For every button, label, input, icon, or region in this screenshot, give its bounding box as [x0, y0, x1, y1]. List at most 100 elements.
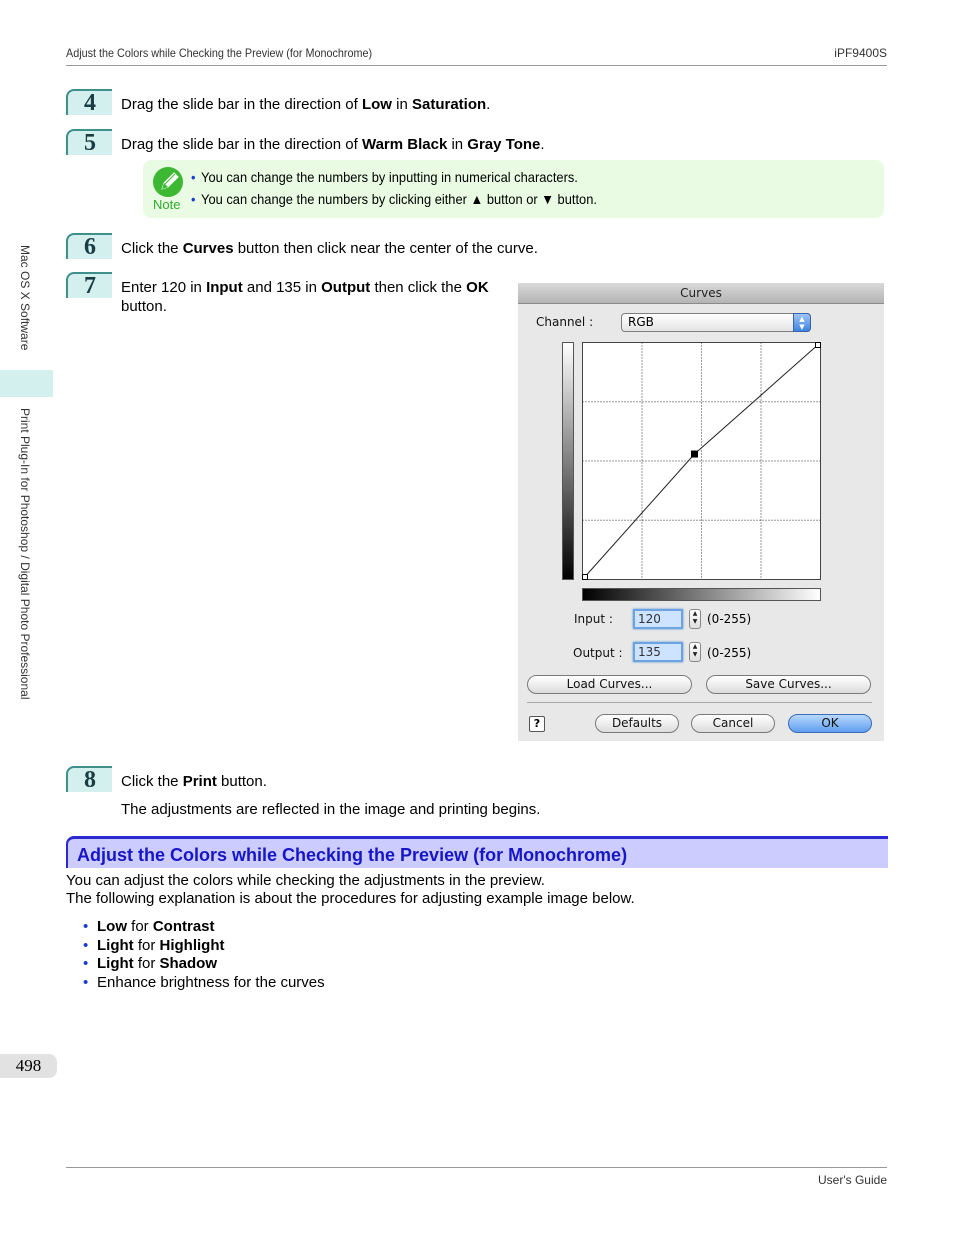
bullet-icon: • — [83, 918, 89, 935]
side-tab-print-plugin[interactable]: Print Plug-In for Photoshop / Digital Ph… — [18, 408, 32, 700]
header-divider — [66, 65, 887, 66]
dialog-divider — [527, 702, 872, 703]
channel-label: Channel : — [536, 315, 594, 329]
ok-button[interactable]: OK — [788, 714, 872, 733]
step-number: 5 — [66, 129, 112, 155]
output-stepper[interactable]: ▲ ▼ — [689, 642, 701, 662]
bullet-icon: • — [83, 973, 89, 991]
dialog-title: Curves — [518, 283, 884, 304]
text: in — [391, 96, 412, 113]
input-label: Input : — [574, 612, 613, 626]
note-item: • You can change the numbers by inputting… — [191, 169, 578, 185]
step-text: Drag the slide bar in the direction of W… — [121, 135, 545, 154]
save-curves-button[interactable]: Save Curves... — [706, 675, 871, 694]
text: Click the — [121, 773, 183, 790]
step-followup: The adjustments are reflected in the ima… — [121, 801, 541, 818]
curves-dialog: Curves Channel : RGB ▲ ▼ Input : 120 ▲ ▼ (… — [518, 283, 884, 741]
list-item: • Low for Contrast — [83, 918, 325, 937]
bold-term: OK — [466, 279, 489, 296]
bold-term: Highlight — [159, 936, 225, 954]
list-item: • Light for Highlight — [83, 937, 325, 956]
output-gradient-bar — [562, 342, 574, 580]
adjustment-list: • Low for Contrast • Light for Highlight •… — [83, 918, 325, 992]
output-range: (0-255) — [707, 646, 752, 660]
footer-guide-title: User's Guide — [818, 1173, 887, 1187]
text: . — [540, 136, 545, 153]
bold-term: Contrast — [152, 918, 215, 935]
curve-control-point — [691, 450, 698, 458]
text: button. — [216, 773, 267, 790]
cancel-button[interactable]: Cancel — [691, 714, 775, 733]
bold-term: Low — [361, 96, 392, 113]
bullet-icon: • — [191, 191, 196, 207]
text: Enter 120 in — [121, 279, 207, 296]
list-item: • Enhance brightness for the curves — [83, 974, 325, 993]
text: for — [133, 936, 160, 954]
channel-value: RGB — [628, 315, 654, 329]
step-number: 8 — [66, 766, 112, 792]
step-number: 4 — [66, 89, 112, 115]
text: button then click near the center of the… — [233, 240, 538, 257]
note-box: Note • You can change the numbers by inpu… — [143, 160, 884, 218]
text: Click the — [121, 240, 183, 257]
side-tab-mac-os-x-software[interactable]: Mac OS X Software — [18, 245, 32, 350]
bold-term: Light — [97, 955, 134, 972]
note-item: • You can change the numbers by clicking … — [191, 191, 597, 207]
output-field[interactable]: 135 — [633, 642, 683, 662]
bold-term: Curves — [182, 240, 234, 257]
list-item: • Light for Shadow — [83, 955, 325, 974]
text: then click the — [370, 279, 467, 296]
text: Enhance brightness for the curves — [97, 973, 325, 991]
page-number: 498 — [0, 1054, 57, 1078]
text: . — [486, 96, 491, 113]
input-stepper[interactable]: ▲ ▼ — [689, 609, 701, 629]
section-heading-text: Adjust the Colors while Checking the Pre… — [77, 845, 628, 865]
input-gradient-bar — [582, 588, 821, 601]
input-range: (0-255) — [707, 612, 752, 626]
text: Drag the slide bar in the direction of — [121, 96, 362, 113]
channel-select[interactable]: RGB ▲ ▼ — [621, 313, 811, 332]
bullet-icon: • — [83, 936, 89, 954]
note-label: Note — [153, 197, 181, 212]
curve-endpoint — [815, 342, 821, 348]
intro-paragraph: You can adjust the colors while checking… — [66, 872, 545, 889]
step-number: 6 — [66, 233, 112, 259]
bold-term: Saturation — [411, 96, 487, 113]
footer-divider — [66, 1167, 887, 1168]
step-number: 7 — [66, 272, 112, 298]
help-icon[interactable]: ? — [529, 716, 545, 732]
step-text: Drag the slide bar in the direction of L… — [121, 95, 490, 114]
output-label: Output : — [573, 646, 623, 660]
step-text: Enter 120 in Input and 135 in Output the… — [121, 278, 489, 316]
bold-term: Gray Tone — [467, 136, 541, 153]
note-text: You can change the numbers by clicking e… — [201, 191, 597, 207]
step-text: Click the Print button. — [121, 772, 267, 791]
text: button. — [121, 298, 167, 315]
curve-graph[interactable] — [582, 342, 821, 580]
section-heading: Adjust the Colors while Checking the Pre… — [66, 836, 888, 868]
running-header-title: Adjust the Colors while Checking the Pre… — [66, 46, 373, 60]
defaults-button[interactable]: Defaults — [595, 714, 679, 733]
intro-paragraph: The following explanation is about the p… — [66, 890, 635, 907]
bold-term: Print — [182, 773, 217, 790]
step-text: Click the Curves button then click near … — [121, 239, 538, 258]
bold-term: Light — [97, 936, 134, 954]
note-text: You can change the numbers by inputting … — [201, 169, 578, 185]
up-down-arrows-icon: ▲ ▼ — [793, 313, 811, 332]
side-tab-active-marker — [0, 370, 53, 397]
bullet-icon: • — [83, 955, 89, 972]
text: for — [127, 918, 153, 935]
pencil-note-icon — [153, 167, 183, 197]
bold-term: Warm Black — [361, 136, 448, 153]
bold-term: Low — [97, 918, 127, 935]
bullet-icon: • — [191, 169, 196, 185]
bold-term: Input — [206, 279, 243, 296]
bold-term: Shadow — [159, 955, 218, 972]
load-curves-button[interactable]: Load Curves... — [527, 675, 692, 694]
text: and 135 in — [242, 279, 322, 296]
bold-term: Output — [321, 279, 371, 296]
text: in — [447, 136, 468, 153]
curve-endpoint — [582, 574, 588, 580]
running-header-model: iPF9400S — [834, 46, 887, 60]
input-field[interactable]: 120 — [633, 609, 683, 629]
